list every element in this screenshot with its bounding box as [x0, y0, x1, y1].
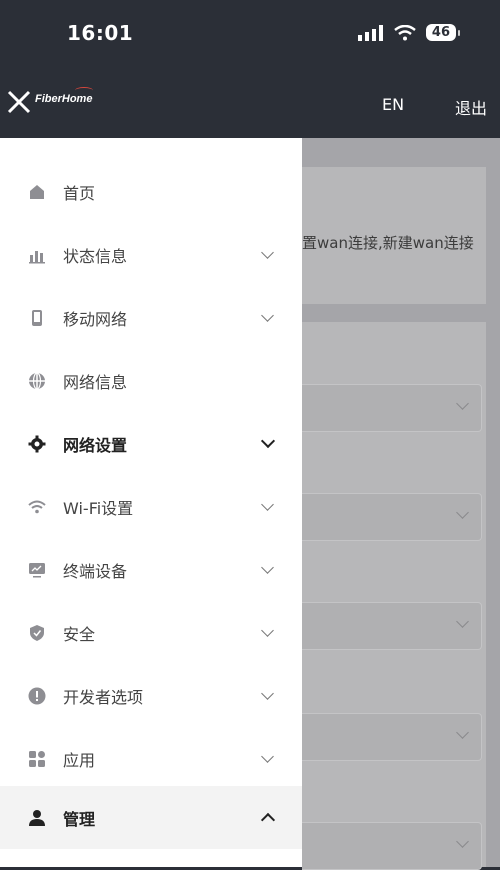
battery-indicator: 46 — [425, 24, 461, 41]
chevron-down-icon — [261, 560, 274, 574]
chevron-up-icon — [260, 812, 276, 828]
user-icon — [29, 809, 45, 826]
menu-item-developer-options[interactable]: 开发者选项 — [0, 664, 302, 727]
side-menu-drawer: 首页 状态信息 移动网络 网络信息 网络设置 Wi-Fi设置 终端设备 安全 开… — [0, 138, 302, 867]
menu-item-label: 网络设置 — [63, 435, 128, 455]
menu-item-network-settings[interactable]: 网络设置 — [0, 412, 302, 475]
menu-item-terminal-devices[interactable]: 终端设备 — [0, 538, 302, 601]
select-field — [302, 384, 482, 432]
status-icons: 46 — [357, 24, 461, 41]
menu-item-status[interactable]: 状态信息 — [0, 223, 302, 286]
select-field — [302, 713, 482, 761]
menu-item-wifi-settings[interactable]: Wi-Fi设置 — [0, 475, 302, 538]
close-icon[interactable] — [6, 89, 32, 115]
menu-item-label: 状态信息 — [63, 246, 128, 266]
menu-item-label: 应用 — [63, 750, 96, 770]
cellular-signal-icon — [357, 24, 383, 41]
monitor-icon — [29, 562, 45, 577]
menu-item-network-info[interactable]: 网络信息 — [0, 349, 302, 412]
menu-item-label: Wi-Fi设置 — [63, 498, 134, 518]
select-field — [302, 493, 482, 541]
select-field — [302, 602, 482, 650]
chevron-down-icon — [261, 686, 274, 700]
wifi-status-icon — [394, 24, 416, 40]
alert-icon — [28, 687, 46, 704]
globe-icon — [29, 371, 45, 390]
phone-icon — [32, 309, 42, 326]
menu-item-apps[interactable]: 应用 — [0, 727, 302, 790]
chevron-down-icon — [260, 433, 276, 449]
chevron-down-icon — [261, 245, 274, 259]
menu-item-label: 开发者选项 — [63, 687, 144, 707]
chevron-down-icon — [261, 623, 274, 637]
chevron-down-icon — [261, 749, 274, 763]
top-bar: 16:01 46 FiberHome EN 退出 — [0, 0, 500, 138]
home-icon — [30, 184, 44, 199]
menu-item-label: 网络信息 — [63, 372, 128, 392]
menu-item-management[interactable]: 管理 — [0, 786, 302, 849]
wifi-icon — [28, 500, 46, 513]
apps-icon — [29, 750, 45, 767]
chevron-down-icon — [261, 308, 274, 322]
fiberhome-logo: FiberHome — [35, 87, 93, 105]
logout-button[interactable]: 退出 — [455, 95, 487, 119]
menu-item-home[interactable]: 首页 — [0, 160, 302, 223]
select-field — [302, 822, 482, 870]
card-description: 置wan连接,新建wan连接 — [302, 234, 474, 252]
menu-item-label: 管理 — [63, 809, 96, 829]
menu-item-mobile-network[interactable]: 移动网络 — [0, 286, 302, 349]
chevron-down-icon — [261, 497, 274, 511]
menu-item-label: 移动网络 — [63, 309, 128, 329]
menu-item-security[interactable]: 安全 — [0, 601, 302, 664]
shield-icon — [30, 624, 44, 641]
menu-item-label: 终端设备 — [63, 561, 128, 581]
language-toggle[interactable]: EN — [382, 95, 404, 114]
menu-item-label: 首页 — [63, 183, 96, 203]
status-time: 16:01 — [67, 21, 134, 45]
menu-item-label: 安全 — [63, 624, 96, 644]
bar-chart-icon — [29, 250, 45, 263]
gear-icon — [28, 435, 46, 452]
